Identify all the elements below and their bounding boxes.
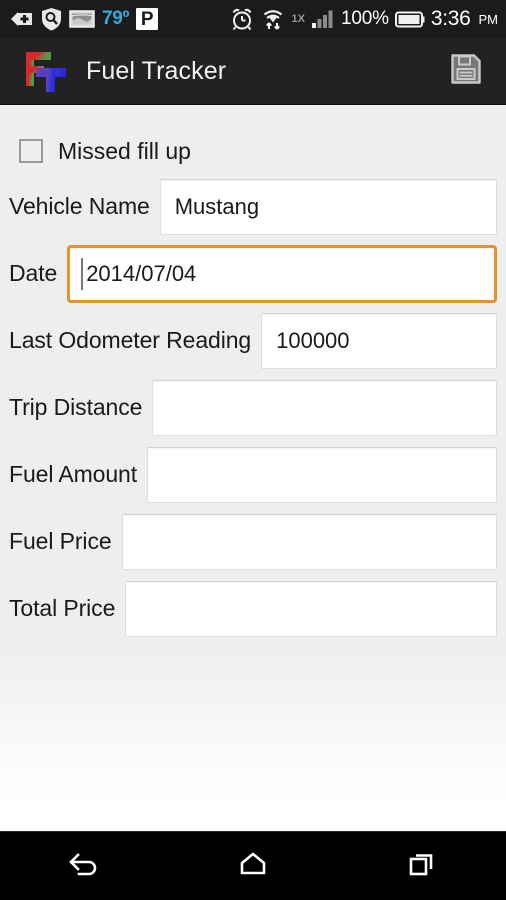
field-row-fuel-amount: Fuel Amount <box>0 441 506 508</box>
field-row-last-odometer-reading: Last Odometer Reading 100000 <box>0 307 506 374</box>
back-plus-icon <box>10 9 34 29</box>
nav-home-button[interactable] <box>169 832 338 900</box>
clock-time: 3:36 <box>430 7 471 30</box>
field-row-vehicle-name: Vehicle Name Mustang <box>0 173 506 240</box>
vehicle-name-label: Vehicle Name <box>9 193 150 219</box>
app-title: Fuel Tracker <box>86 56 227 85</box>
missed-fillup-row[interactable]: Missed fill up <box>0 129 506 173</box>
temperature-reading: 79º <box>102 8 130 29</box>
save-button[interactable] <box>446 51 486 91</box>
nav-back-button[interactable] <box>0 832 169 900</box>
fuel-amount-label: Fuel Amount <box>9 461 138 487</box>
vehicle-name-input[interactable]: Mustang <box>159 178 497 235</box>
status-bar-right-icons: 1X 100% 3:36 PM <box>230 7 498 31</box>
fuel-price-input[interactable] <box>121 513 497 570</box>
nav-recents-button[interactable] <box>337 832 506 900</box>
parking-icon: P <box>136 8 159 30</box>
phone-screen: 79º P 1X 100% 3:36 PM Fuel Tracker Misse… <box>0 0 506 900</box>
trip-distance-input[interactable] <box>152 379 497 436</box>
date-input-wrapper[interactable]: 2014/07/04 <box>67 244 497 303</box>
date-input-value: 2014/07/04 <box>86 260 197 286</box>
app-bar: Fuel Tracker <box>0 38 506 105</box>
weather-image-icon <box>69 9 95 29</box>
fuel-entry-form: Missed fill up Vehicle Name Mustang Date… <box>0 105 506 832</box>
text-cursor <box>81 257 84 290</box>
field-row-total-price: Total Price <box>0 575 506 642</box>
status-bar-left-icons: 79º P <box>10 7 159 31</box>
total-price-label: Total Price <box>9 595 116 621</box>
fuel-amount-input[interactable] <box>147 446 497 503</box>
battery-full-icon <box>394 11 425 28</box>
android-nav-bar <box>0 831 506 900</box>
date-label: Date <box>9 260 58 286</box>
battery-percent-label: 100% <box>341 8 389 29</box>
network-type-label: 1X <box>291 13 306 25</box>
last-odometer-reading-label: Last Odometer Reading <box>9 327 252 353</box>
alarm-clock-icon <box>230 7 254 31</box>
missed-fillup-checkbox[interactable] <box>19 139 43 163</box>
field-row-date: Date 2014/07/04 <box>0 240 506 307</box>
floppy-disk-save-icon <box>450 53 482 90</box>
status-bar: 79º P 1X 100% 3:36 PM <box>0 0 506 38</box>
fuel-tracker-logo <box>22 48 74 94</box>
shield-search-icon <box>41 7 62 31</box>
trip-distance-label: Trip Distance <box>9 394 143 420</box>
home-icon <box>238 850 268 883</box>
wifi-data-transfer-icon <box>260 7 286 31</box>
back-icon <box>67 849 101 884</box>
missed-fillup-label: Missed fill up <box>58 137 191 164</box>
cellular-signal-icon <box>311 9 335 29</box>
field-row-trip-distance: Trip Distance <box>0 374 506 441</box>
fuel-price-label: Fuel Price <box>9 528 112 554</box>
recent-apps-icon <box>407 850 437 883</box>
field-row-fuel-price: Fuel Price <box>0 508 506 575</box>
total-price-input[interactable] <box>125 580 497 637</box>
last-odometer-reading-input[interactable]: 100000 <box>261 312 497 369</box>
clock-ampm: PM <box>478 11 499 27</box>
